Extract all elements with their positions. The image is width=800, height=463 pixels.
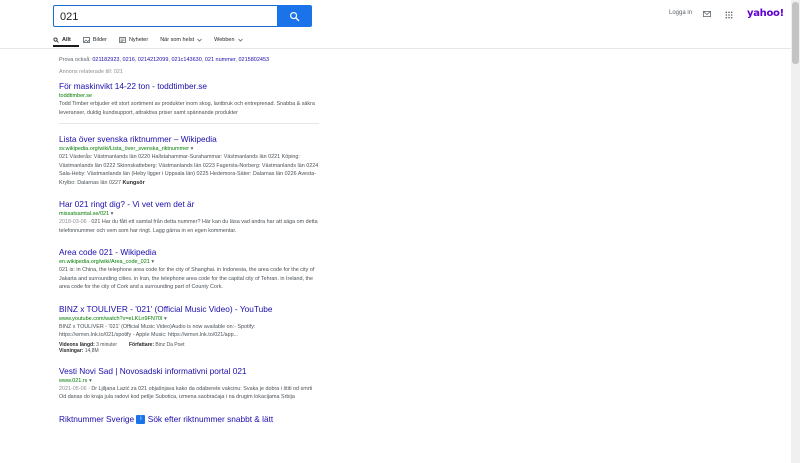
video-views: Visningar: 14,8M bbox=[59, 348, 319, 354]
also-try-link[interactable]: 021 nummer bbox=[205, 57, 236, 63]
result-url[interactable]: www.021.rs ▾ bbox=[59, 378, 319, 384]
tab-label: Allt bbox=[62, 37, 71, 43]
image-icon bbox=[82, 37, 90, 43]
signin-link[interactable]: Logga in bbox=[669, 10, 692, 16]
chevron-down-icon[interactable]: ▾ bbox=[151, 259, 154, 265]
video-length-value: 3 minuter bbox=[96, 341, 117, 348]
search-button[interactable] bbox=[277, 5, 312, 27]
result-title-rest: Sök efter riktnummer snabbt & lätt bbox=[147, 413, 274, 424]
tab-anytime[interactable]: När som helst bbox=[160, 33, 202, 47]
header-divider bbox=[0, 48, 800, 49]
mail-icon[interactable] bbox=[703, 11, 711, 17]
info-icon: i bbox=[136, 414, 146, 424]
search-result: Har 021 ringt dig? - Vi vet vem det är m… bbox=[59, 199, 319, 235]
result-snippet: 021 is: in China, the telephone area cod… bbox=[59, 267, 315, 290]
result-title[interactable]: För maskinvikt 14-22 ton - toddtimber.se bbox=[59, 81, 319, 91]
result-title-text: Riktnummer Sverige bbox=[59, 413, 135, 424]
result-title[interactable]: Vesti Novi Sad | Novosadski informativni… bbox=[59, 366, 319, 376]
result-url[interactable]: sv.wikipedia.org/wiki/Lista_över_svenska… bbox=[59, 146, 319, 152]
tab-web[interactable]: Webben bbox=[214, 33, 243, 47]
result-snippet: 021 Västerås: Västmanlands län 0220 Hall… bbox=[59, 153, 319, 187]
also-try-link[interactable]: 0216 bbox=[123, 57, 135, 63]
ad-result: För maskinvikt 14-22 ton - toddtimber.se… bbox=[59, 81, 319, 117]
result-title[interactable]: BINZ x TOULIVER - '021' (Official Music … bbox=[59, 304, 319, 314]
result-title[interactable]: Lista över svenska riktnummer – Wikipedi… bbox=[59, 134, 319, 144]
also-try-link[interactable]: 0215802453 bbox=[238, 57, 269, 63]
result-url-text: missatsamtal.se/021 bbox=[59, 211, 110, 217]
chevron-down-icon bbox=[237, 38, 243, 42]
chevron-down-icon bbox=[197, 38, 202, 42]
yahoo-logo[interactable]: yahoo! bbox=[747, 8, 784, 19]
tab-label: Webben bbox=[214, 37, 235, 43]
result-url[interactable]: en.wikipedia.org/wiki/Area_code_021 ▾ bbox=[59, 259, 319, 265]
search-result: Lista över svenska riktnummer – Wikipedi… bbox=[59, 134, 319, 187]
result-snippet: 2021-05-06 · Dr Ljiljana Lazić za 021 ob… bbox=[59, 385, 319, 402]
news-icon bbox=[119, 37, 126, 43]
result-url[interactable]: missatsamtal.se/021 ▾ bbox=[59, 211, 319, 217]
scrollbar-thumb[interactable] bbox=[792, 2, 799, 64]
also-try-link[interactable]: 021182923 bbox=[92, 57, 119, 63]
snippet-text: 021 Har du fått ett samtal från detta nu… bbox=[59, 219, 318, 234]
active-tab-indicator bbox=[53, 45, 79, 47]
also-try-link[interactable]: 0214212099 bbox=[138, 57, 169, 63]
result-title[interactable]: Area code 021 - Wikipedia bbox=[59, 247, 319, 257]
tab-news[interactable]: Nyheter bbox=[119, 33, 148, 47]
search-input[interactable] bbox=[60, 9, 270, 24]
result-snippet: Todd Timber erbjuder ett stort sortiment… bbox=[59, 101, 315, 116]
apps-icon[interactable] bbox=[725, 11, 733, 19]
search-box[interactable] bbox=[53, 5, 277, 27]
views-label: Visningar: bbox=[59, 347, 84, 354]
search-result: Riktnummer Sverige i Sök efter riktnumme… bbox=[59, 414, 319, 424]
video-author: Författare: Binz Da Poet bbox=[129, 342, 185, 348]
result-date: 2018-03-06 · bbox=[59, 219, 90, 225]
chevron-down-icon[interactable]: ▾ bbox=[89, 378, 92, 384]
also-try: Prova också: 021182923, 0216, 0214212099… bbox=[59, 57, 270, 63]
chevron-down-icon[interactable]: ▾ bbox=[164, 316, 167, 322]
header-actions: Logga in yahoo! bbox=[640, 8, 800, 22]
video-author-value: Binz Da Poet bbox=[155, 341, 185, 348]
result-title[interactable]: Har 021 ringt dig? - Vi vet vem det är bbox=[59, 199, 319, 209]
views-value: 14,8M bbox=[84, 347, 99, 354]
also-try-link[interactable]: 021c143630 bbox=[171, 57, 201, 63]
chevron-down-icon[interactable]: ▾ bbox=[191, 146, 194, 152]
search-result: Vesti Novi Sad | Novosadski informativni… bbox=[59, 366, 319, 402]
page-scrollbar[interactable] bbox=[791, 0, 800, 463]
snippet-bold: Kungsör bbox=[122, 179, 145, 186]
search-tabs: Allt Bilder Nyheter När som helst Webben bbox=[53, 33, 255, 47]
tab-label: Nyheter bbox=[128, 37, 149, 43]
tab-label: När som helst bbox=[160, 37, 195, 43]
chevron-down-icon[interactable]: ▾ bbox=[111, 211, 114, 217]
result-snippet: BINZ x TOULIVER - '021' (Official Music … bbox=[59, 323, 256, 339]
result-url-text: www.021.rs bbox=[59, 377, 88, 384]
result-snippet: 2018-03-06 · 021 Har du fått ett samtal … bbox=[59, 218, 319, 235]
result-url[interactable]: www.youtube.com/watch?v=eLKLn9FN70I ▾ bbox=[59, 316, 319, 322]
video-result: BINZ x TOULIVER - '021' (Official Music … bbox=[59, 304, 319, 354]
ad-divider bbox=[59, 123, 319, 124]
search-result: Area code 021 - Wikipedia en.wikipedia.o… bbox=[59, 247, 319, 292]
tab-label: Bilder bbox=[92, 37, 107, 43]
snippet-text: Dr Ljiljana Lazić za 021 objašnjava kako… bbox=[59, 385, 313, 401]
search-icon bbox=[53, 37, 59, 43]
ads-label: Annons relaterade till: 021 bbox=[59, 69, 123, 75]
result-title[interactable]: Riktnummer Sverige i Sök efter riktnumme… bbox=[59, 414, 319, 424]
search-icon bbox=[290, 11, 300, 21]
also-try-prefix: Prova också: bbox=[59, 57, 91, 63]
result-url[interactable]: toddtimber.se bbox=[59, 93, 319, 99]
video-author-label: Författare: bbox=[128, 341, 154, 348]
snippet-text: 021 Västerås: Västmanlands län 0220 Hall… bbox=[59, 154, 319, 186]
tab-images[interactable]: Bilder bbox=[82, 33, 107, 47]
result-url-text: sv.wikipedia.org/wiki/Lista_över_svenska… bbox=[59, 146, 190, 152]
result-date: 2021-05-06 · bbox=[59, 385, 90, 392]
result-url-text: en.wikipedia.org/wiki/Area_code_021 bbox=[59, 259, 150, 265]
result-url-text: www.youtube.com/watch?v=eLKLn9FN70I bbox=[59, 315, 163, 322]
results-list: Prova också: 021182923, 0216, 0214212099… bbox=[59, 57, 319, 436]
